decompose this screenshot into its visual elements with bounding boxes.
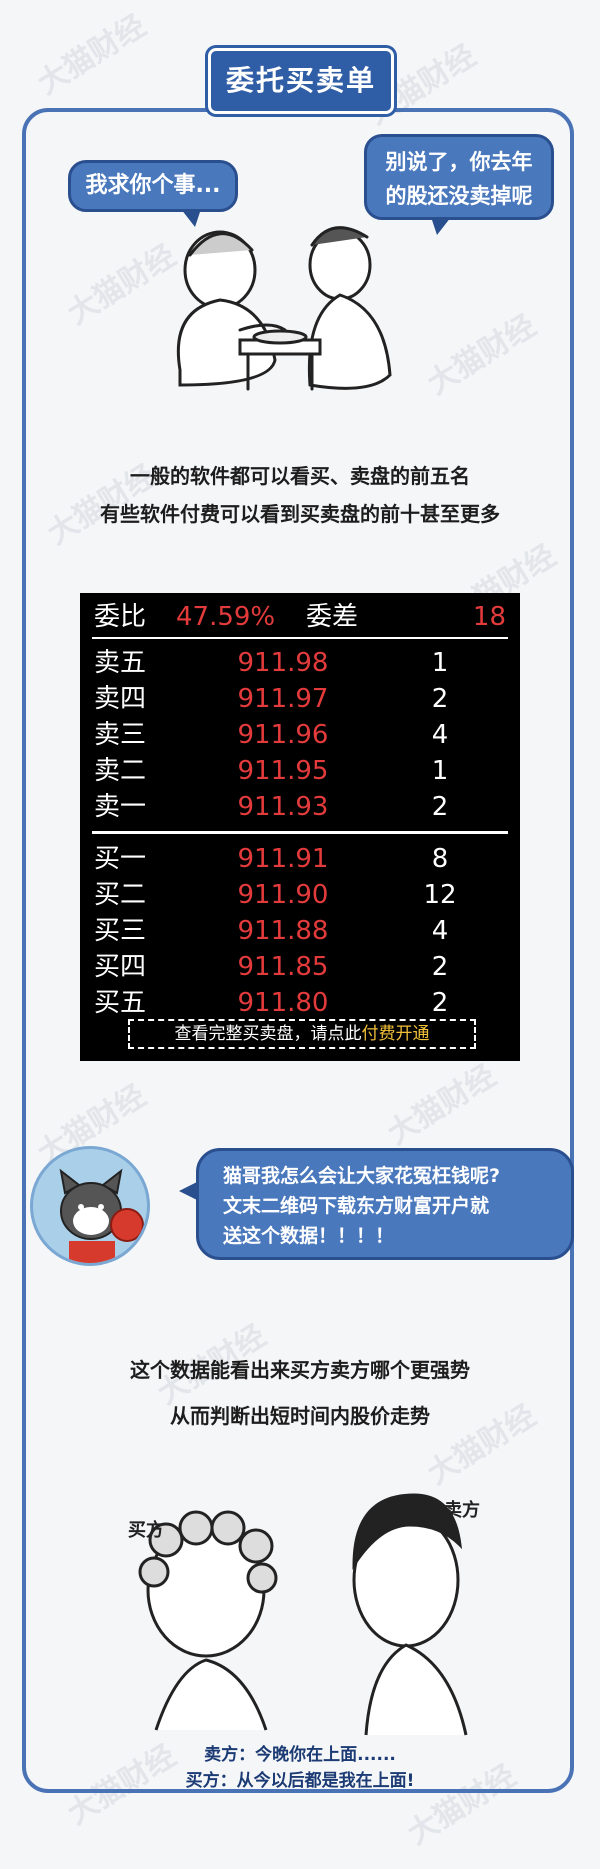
ask-row: 卖一 911.93 2 <box>80 789 520 825</box>
bid-price: 911.80 <box>237 988 329 1018</box>
bubble-line: 送这个数据！！！！ <box>223 1225 395 1247</box>
section-title: 委托买卖单 <box>208 48 394 114</box>
comic-subtitle-2: 买方：从今以后都是我在上面! <box>185 1771 415 1791</box>
seller-label: 卖方 <box>444 1500 480 1521</box>
order-book-header: 委比 47.59% 委差 18 <box>80 599 520 635</box>
ask-price: 911.97 <box>237 684 329 714</box>
explain-line-1: 这个数据能看出来买方卖方哪个更强势 <box>130 1358 470 1382</box>
bid-volume: 2 <box>431 988 449 1018</box>
diff-value: 18 <box>472 602 506 632</box>
comic-two-men-illustration <box>176 226 392 391</box>
ask-volume: 1 <box>431 756 449 786</box>
pay-text: 查看完整买卖盘，请点此 <box>174 1024 362 1044</box>
intro-line-2: 有些软件付费可以看到买卖盘的前十甚至更多 <box>100 502 500 526</box>
bid-row: 买五 911.80 2 <box>80 985 520 1021</box>
ask-row: 卖四 911.97 2 <box>80 681 520 717</box>
bid-label: 买一 <box>94 844 147 874</box>
bid-volume: 2 <box>431 952 449 982</box>
bid-row: 买三 911.88 4 <box>80 913 520 949</box>
comic-subtitle-1: 卖方：今晚你在上面...... <box>204 1745 396 1765</box>
bubble-line: 文末二维码下载东方财富开户就 <box>223 1195 490 1217</box>
bid-label: 买三 <box>94 916 147 946</box>
order-book-panel: 委比 47.59% 委差 18 卖五 911.98 1 卖四 911.97 2 … <box>80 593 520 1061</box>
pay-unlock-button[interactable]: 查看完整买卖盘，请点此付费开通 <box>128 1019 476 1049</box>
bid-row: 买四 911.85 2 <box>80 949 520 985</box>
ask-price: 911.96 <box>237 720 329 750</box>
intro-line-1: 一般的软件都可以看买、卖盘的前五名 <box>130 464 470 488</box>
ask-price: 911.95 <box>237 756 329 786</box>
bid-label: 买四 <box>94 952 147 982</box>
ask-label: 卖二 <box>94 756 147 786</box>
ask-row: 卖五 911.98 1 <box>80 645 520 681</box>
bid-label: 买二 <box>94 880 147 910</box>
ask-label: 卖五 <box>94 648 147 678</box>
ask-label: 卖一 <box>94 792 147 822</box>
buyer-label: 买方 <box>128 1520 164 1541</box>
bid-row: 买一 911.91 8 <box>80 841 520 877</box>
ask-row: 卖二 911.95 1 <box>80 753 520 789</box>
cat-mascot-avatar <box>30 1146 150 1266</box>
bid-volume: 4 <box>431 916 449 946</box>
explain-line-2: 从而判断出短时间内股价走势 <box>170 1404 430 1428</box>
ratio-value: 47.59% <box>176 602 276 632</box>
bid-price: 911.91 <box>237 844 329 874</box>
ask-volume: 4 <box>431 720 449 750</box>
ask-label: 卖三 <box>94 720 147 750</box>
bid-volume: 12 <box>423 880 457 910</box>
divider <box>92 831 508 834</box>
speech-bubble-cat: 猫哥我怎么会让大家花冤枉钱呢? 文末二维码下载东方财富开户就 送这个数据！！！！ <box>179 1148 574 1260</box>
bubble-line: 别说了，你去年 <box>385 150 533 174</box>
bid-price: 911.90 <box>237 880 329 910</box>
bid-volume: 8 <box>431 844 449 874</box>
ask-volume: 2 <box>431 792 449 822</box>
ask-price: 911.93 <box>237 792 329 822</box>
ratio-label: 委比 <box>94 602 147 632</box>
pay-link[interactable]: 付费开通 <box>362 1024 430 1044</box>
bid-row: 买二 911.90 12 <box>80 877 520 913</box>
bid-price: 911.85 <box>237 952 329 982</box>
bid-label: 买五 <box>94 988 147 1018</box>
divider <box>92 637 508 639</box>
ask-price: 911.98 <box>237 648 329 678</box>
ask-volume: 1 <box>431 648 449 678</box>
ask-volume: 2 <box>431 684 449 714</box>
bubble-line: 猫哥我怎么会让大家花冤枉钱呢? <box>223 1165 501 1187</box>
ask-label: 卖四 <box>94 684 147 714</box>
ask-row: 卖三 911.96 4 <box>80 717 520 753</box>
bid-price: 911.88 <box>237 916 329 946</box>
watermark: 大猫财经 <box>31 8 153 102</box>
diff-label: 委差 <box>306 602 359 632</box>
